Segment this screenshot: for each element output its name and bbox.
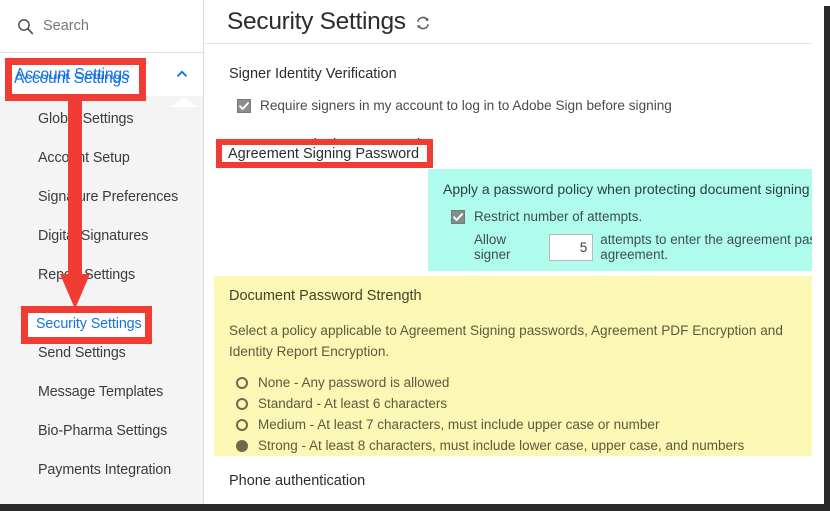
radio-option-label: Medium - At least 7 characters, must inc… (258, 417, 660, 432)
window-frame: Account Settings Global Settings Account… (0, 0, 830, 511)
sidebar-item-account-setup[interactable]: Account Setup (0, 138, 203, 177)
main-header: Security Settings (205, 0, 824, 44)
restrict-attempts-label: Restrict number of attempts. (474, 209, 643, 224)
sidebar-item-message-templates[interactable]: Message Templates (0, 372, 203, 411)
radio-checked-icon[interactable] (236, 439, 248, 452)
sidebar-item-label: Payments Integration (38, 461, 172, 478)
annotation-label-agreement-signing-password: Agreement Signing Password (228, 146, 420, 162)
require-signers-login-label: Require signers in my account to log in … (260, 98, 672, 113)
sidebar-item-label: Report Settings (38, 266, 136, 283)
annotation-label-security-settings: Security Settings (36, 316, 142, 332)
sidebar-item-bio-pharma-settings[interactable]: Bio-Pharma Settings (0, 411, 203, 450)
sidebar-item-digital-signatures[interactable]: Digital Signatures (0, 216, 203, 255)
require-signers-login-row[interactable]: Require signers in my account to log in … (205, 98, 824, 113)
radio-option-strong[interactable]: Strong - At least 8 characters, must inc… (214, 435, 812, 456)
refresh-icon[interactable] (415, 15, 431, 31)
sidebar-item-label: Digital Signatures (38, 227, 149, 244)
document-password-strength-heading: Document Password Strength (229, 288, 422, 304)
sidebar-item-label: Signature Preferences (38, 188, 179, 205)
document-password-strength-panel: Document Password Strength Select a poli… (214, 276, 812, 456)
sidebar-item-label: Send Settings (38, 344, 126, 361)
checkbox-checked-icon[interactable] (451, 210, 465, 224)
main-body: Signer Identity Verification Require sig… (205, 66, 824, 489)
sidebar-item-send-settings[interactable]: Send Settings (0, 333, 203, 372)
search-bar[interactable] (0, 0, 203, 53)
main-content: Security Settings Signer Identity Verifi… (205, 0, 824, 504)
search-icon (17, 18, 34, 35)
attempts-input[interactable] (549, 233, 594, 261)
sidebar-item-payments-integration[interactable]: Payments Integration (0, 450, 203, 489)
password-policy-title: Apply a password policy when protecting … (443, 181, 824, 197)
sidebar-item-label: Message Templates (38, 383, 164, 400)
sidebar-group-notch (170, 98, 198, 107)
screenshot-root: Account Settings Global Settings Account… (0, 0, 830, 511)
radio-option-medium[interactable]: Medium - At least 7 characters, must inc… (214, 414, 812, 435)
chevron-up-icon[interactable] (175, 67, 189, 81)
radio-option-label: None - Any password is allowed (258, 375, 450, 390)
checkbox-checked-icon[interactable] (237, 99, 251, 113)
radio-option-standard[interactable]: Standard - At least 6 characters (214, 393, 812, 414)
allow-signer-attempts-row: Allow signer attempts to enter the agree… (428, 232, 824, 262)
page-title: Security Settings (227, 7, 406, 35)
allow-signer-prefix: Allow signer (474, 232, 511, 262)
radio-option-none[interactable]: None - Any password is allowed (214, 372, 812, 393)
sidebar-item-signature-preferences[interactable]: Signature Preferences (0, 177, 203, 216)
sidebar-nav-list: Global Settings Account Setup Signature … (0, 96, 203, 489)
radio-unchecked-icon[interactable] (236, 397, 248, 410)
sidebar-item-label: Global Settings (38, 110, 134, 127)
sidebar-item-label: Bio-Pharma Settings (38, 422, 168, 439)
radio-option-label: Standard - At least 6 characters (258, 396, 448, 411)
phone-authentication-heading: Phone authentication (229, 473, 366, 489)
radio-option-label: Strong - At least 8 characters, must inc… (258, 438, 745, 453)
scroll-gutter[interactable] (812, 0, 824, 504)
document-password-strength-description: Select a policy applicable to Agreement … (229, 323, 783, 359)
sidebar-item-label: Account Setup (38, 149, 130, 166)
allow-signer-suffix: attempts to enter the agreement password… (600, 232, 824, 262)
signer-identity-heading: Signer Identity Verification (229, 66, 397, 82)
search-input[interactable] (43, 18, 183, 34)
radio-unchecked-icon[interactable] (236, 418, 248, 431)
radio-unchecked-icon[interactable] (236, 376, 248, 389)
password-strength-radio-group: None - Any password is allowed Standard … (214, 372, 812, 456)
annotation-label-account-settings: Account Settings (14, 70, 129, 87)
sidebar-item-report-settings[interactable]: Report Settings (0, 255, 203, 294)
agreement-signing-password-panel: Apply a password policy when protecting … (428, 169, 824, 271)
restrict-attempts-row[interactable]: Restrict number of attempts. (428, 209, 824, 224)
